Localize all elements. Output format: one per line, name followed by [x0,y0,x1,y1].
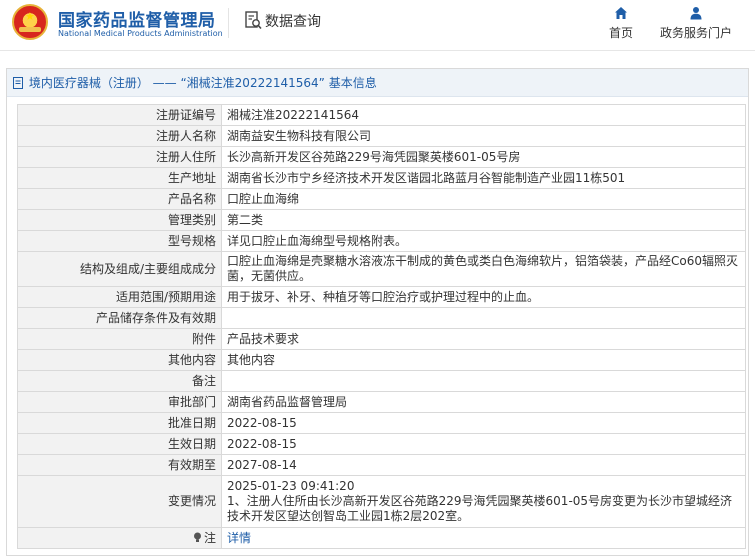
registration-info-table: 注册证编号 湘械注准20222141564 注册人名称 湖南益安生物科技有限公司 注册人… [17,104,746,549]
field-value: 湖南益安生物科技有限公司 [221,125,746,147]
table-row: 注详情 [17,527,746,549]
field-label: 生效日期 [17,433,222,455]
table-row: 生产地址 湖南省长沙市宁乡经济技术开发区谐园北路蓝月谷智能制造产业园11栋501 [17,167,746,189]
details-link[interactable]: 详情 [227,531,251,545]
field-value [221,370,746,392]
field-value: 长沙高新开发区谷苑路229号海凭园聚英楼601-05号房 [221,146,746,168]
nav-home-label: 首页 [608,26,633,40]
field-label: 产品名称 [17,188,222,210]
header-divider [228,8,229,38]
field-value: 2022-08-15 [221,412,746,434]
field-label: 结构及组成/主要组成成分 [17,251,222,287]
table-row: 适用范围/预期用途 用于拔牙、补牙、种植牙等口腔治疗或护理过程中的止血。 [17,286,746,308]
table-row: 管理类别 第二类 [17,209,746,231]
field-value: 详见口腔止血海绵型号规格附表。 [221,230,746,252]
site-header: ★ 国家药品监督管理局 National Medical Products Ad… [0,0,755,50]
field-value [221,307,746,329]
field-label: 生产地址 [17,167,222,189]
field-value: 湖南省长沙市宁乡经济技术开发区谐园北路蓝月谷智能制造产业园11栋501 [221,167,746,189]
data-search-icon [245,11,262,30]
panel-title: 境内医疗器械（注册） —— “湘械注准20222141564” 基本信息 [28,76,377,90]
field-value: 湘械注准20222141564 [221,104,746,126]
table-row: 变更情况 2025-01-23 09:41:20 1、注册人住所由长沙高新开发区谷… [17,475,746,528]
nav-service-portal[interactable]: 政务服务门户 [656,6,736,41]
note-label: 注 [203,531,216,545]
header-separator [0,50,755,51]
field-label: 适用范围/预期用途 [17,286,222,308]
field-label: 注册人住所 [17,146,222,168]
table-row: 批准日期 2022-08-15 [17,412,746,434]
field-label: 有效期至 [17,454,222,476]
field-value: 详情 [221,527,746,549]
field-value: 2025-01-23 09:41:20 1、注册人住所由长沙高新开发区谷苑路22… [221,475,746,528]
field-value: 用于拔牙、补牙、种植牙等口腔治疗或护理过程中的止血。 [221,286,746,308]
field-label: 备注 [17,370,222,392]
panel-header: 境内医疗器械（注册） —— “湘械注准20222141564” 基本信息 [7,69,748,97]
agency-name-en[interactable]: National Medical Products Administration [58,29,223,38]
field-value: 2022-08-15 [221,433,746,455]
agency-name-cn[interactable]: 国家药品监督管理局 [58,6,216,31]
table-row: 生效日期 2022-08-15 [17,433,746,455]
table-row: 产品储存条件及有效期 [17,307,746,329]
field-label: 注册人名称 [17,125,222,147]
field-value: 口腔止血海绵是壳聚糖水溶液冻干制成的黄色或类白色海绵软片，铝箔袋装，产品经Co6… [221,251,746,287]
field-value: 口腔止血海绵 [221,188,746,210]
field-value: 2027-08-14 [221,454,746,476]
table-row: 注册人住所 长沙高新开发区谷苑路229号海凭园聚英楼601-05号房 [17,146,746,168]
field-label: 附件 [17,328,222,350]
field-label: 产品储存条件及有效期 [17,307,222,329]
nav-portal-label: 政务服务门户 [659,26,732,40]
field-label: 批准日期 [17,412,222,434]
table-row: 结构及组成/主要组成成分 口腔止血海绵是壳聚糖水溶液冻干制成的黄色或类白色海绵软片… [17,251,746,287]
field-label: 管理类别 [17,209,222,231]
field-value: 产品技术要求 [221,328,746,350]
table-row: 注册证编号 湘械注准20222141564 [17,104,746,126]
field-label: 其他内容 [17,349,222,371]
table-row: 型号规格 详见口腔止血海绵型号规格附表。 [17,230,746,252]
document-icon [13,77,23,89]
table-row: 其他内容 其他内容 [17,349,746,371]
field-label: 变更情况 [17,475,222,528]
table-row: 注册人名称 湖南益安生物科技有限公司 [17,125,746,147]
table-row: 审批部门 湖南省药品监督管理局 [17,391,746,413]
lightbulb-icon [193,532,201,542]
table-row: 附件 产品技术要求 [17,328,746,350]
user-icon [690,7,702,20]
field-label: 注册证编号 [17,104,222,126]
field-value: 湖南省药品监督管理局 [221,391,746,413]
field-value: 第二类 [221,209,746,231]
field-label: 注 [17,527,222,549]
field-value: 其他内容 [221,349,746,371]
detail-panel: 境内医疗器械（注册） —— “湘械注准20222141564” 基本信息 注册证… [6,68,749,556]
field-label: 审批部门 [17,391,222,413]
table-row: 产品名称 口腔止血海绵 [17,188,746,210]
national-emblem-logo[interactable]: ★ [12,4,48,40]
table-row: 有效期至 2027-08-14 [17,454,746,476]
data-query-title: 数据查询 [265,14,321,30]
home-icon [615,7,627,19]
field-label: 型号规格 [17,230,222,252]
nav-home[interactable]: 首页 [606,6,636,41]
table-row: 备注 [17,370,746,392]
